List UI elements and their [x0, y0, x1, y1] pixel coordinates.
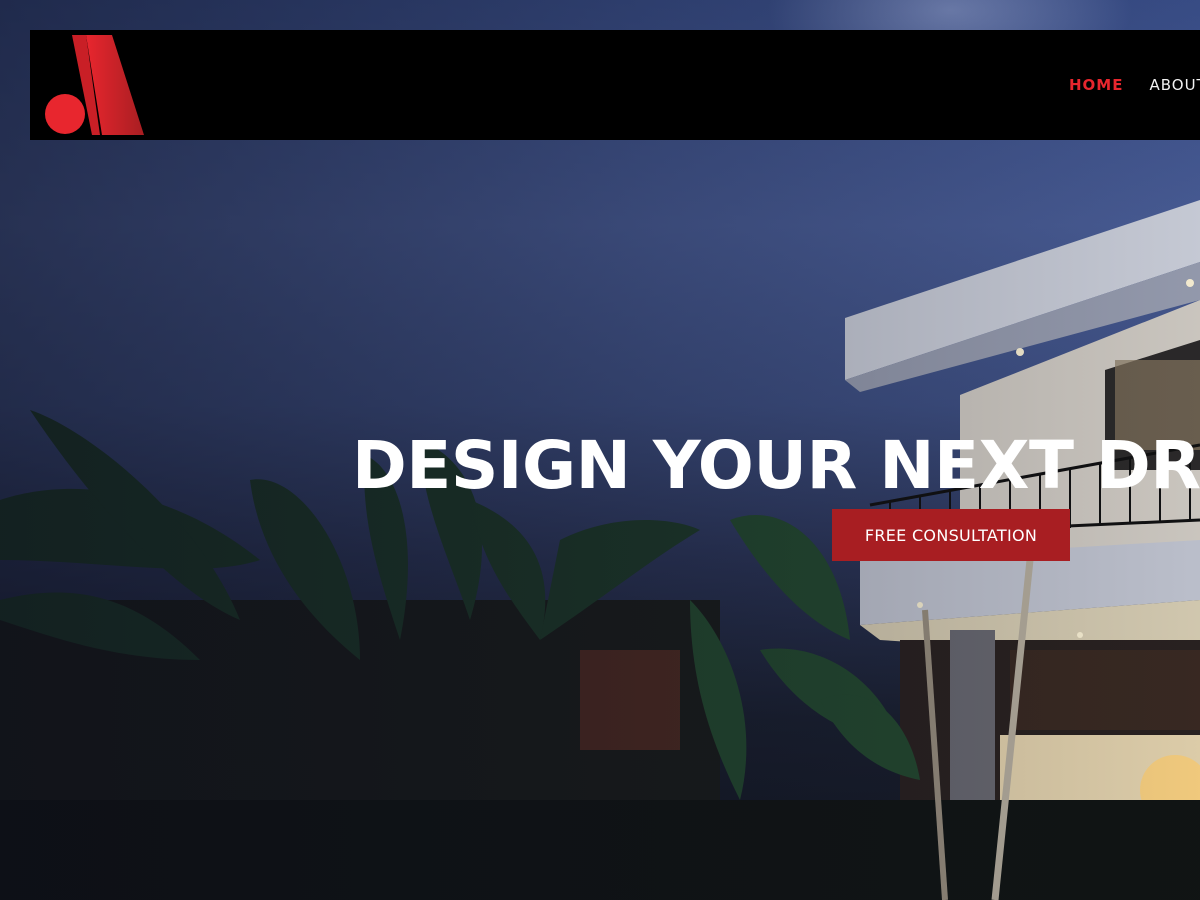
hero-headline: DESIGN YOUR NEXT DRE: [352, 427, 1200, 505]
nav-item-about[interactable]: ABOUT: [1149, 76, 1200, 96]
brand-logo-icon[interactable]: [44, 35, 146, 135]
nav-item-home[interactable]: HOME: [1069, 76, 1123, 96]
free-consultation-button[interactable]: FREE CONSULTATION: [832, 509, 1070, 561]
site-header: HOME ABOUT: [30, 30, 1200, 140]
main-nav: HOME ABOUT: [1069, 76, 1200, 96]
